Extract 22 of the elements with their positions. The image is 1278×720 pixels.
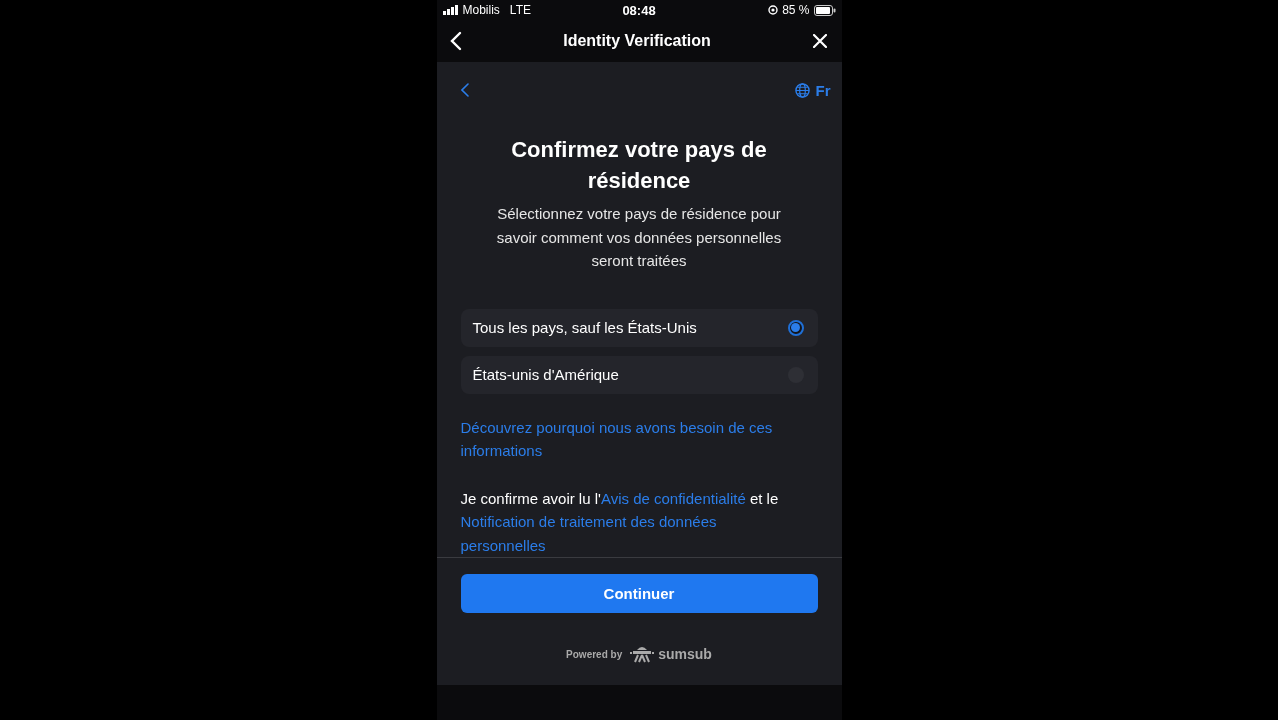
country-option[interactable]: États-unis d'Amérique — [460, 355, 818, 394]
country-option[interactable]: Tous les pays, sauf les États-Unis — [460, 308, 818, 347]
rotation-lock-icon — [768, 5, 779, 15]
clock: 08:48 — [622, 2, 656, 18]
page-subtitle: Sélectionnez votre pays de résidence pour savoir comment vos données personnelles seront traitées — [495, 204, 783, 271]
radio-button[interactable] — [787, 319, 804, 336]
battery-icon — [813, 4, 836, 16]
carrier-name: Mobilis — [462, 3, 500, 17]
header-title: Identity Verification — [563, 32, 711, 50]
network-type: LTE — [509, 3, 531, 17]
close-icon[interactable] — [812, 34, 827, 48]
signal-icon — [442, 5, 459, 15]
brand-name: sumsub — [658, 646, 712, 662]
battery-percent: 85 % — [782, 3, 810, 17]
language-button[interactable]: Fr — [794, 81, 831, 99]
continue-button[interactable]: Continuer — [460, 574, 818, 613]
powered-by-text: Powered by — [566, 648, 623, 660]
page-title: Confirmez votre pays de résidence — [510, 136, 768, 195]
learn-more-link[interactable]: Découvrez pourquoi nous avons besoin de ces informations — [460, 415, 818, 463]
consent-text: Je confirme avoir lu l'Avis de confidentialité et le Notification de traitement des données personnelles — [460, 486, 818, 557]
globe-icon — [794, 82, 810, 98]
policy-link[interactable]: Notification de traitement des données personnelles — [460, 510, 794, 557]
